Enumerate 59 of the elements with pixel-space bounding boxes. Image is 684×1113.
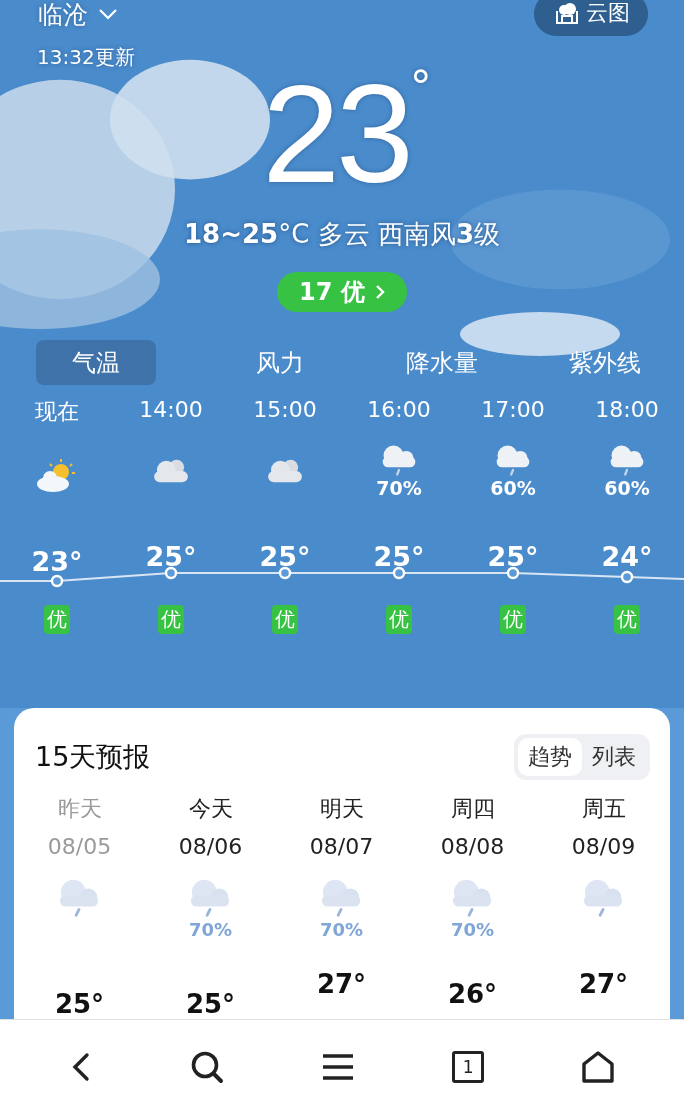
precipitation-chance: 60% bbox=[604, 477, 650, 499]
date-label: 08/05 bbox=[47, 834, 112, 859]
tab[interactable]: 风力 bbox=[200, 340, 359, 385]
precipitation-chance: 70% bbox=[188, 919, 233, 940]
hour-temperature: 23° bbox=[31, 546, 83, 577]
chevron-right-icon bbox=[374, 284, 385, 300]
degree-sign: ° bbox=[409, 60, 432, 114]
current-temperature: 23 bbox=[262, 59, 410, 209]
hour-label: 现在 bbox=[35, 398, 79, 426]
date-label: 08/06 bbox=[178, 834, 243, 859]
day-label: 明天 bbox=[319, 795, 364, 823]
date-label: 08/08 bbox=[440, 834, 505, 859]
high-temperature: 25° bbox=[185, 989, 236, 1019]
hour-temperature: 25° bbox=[259, 541, 311, 572]
precipitation-chance: 70% bbox=[450, 919, 495, 940]
day-label: 昨天 bbox=[57, 795, 102, 823]
air-quality-badge: 优 bbox=[500, 605, 526, 634]
air-quality-badge: 优 bbox=[44, 605, 70, 634]
tabs-button[interactable]: 1 bbox=[452, 1050, 485, 1083]
high-temperature: 27° bbox=[316, 969, 367, 999]
hour-label: 15:00 bbox=[253, 397, 317, 422]
high-temperature: 25° bbox=[54, 989, 105, 1019]
precipitation-chance: 70% bbox=[376, 477, 422, 499]
search-icon[interactable] bbox=[189, 1049, 224, 1084]
hour-temperature: 25° bbox=[487, 541, 539, 572]
view-option[interactable]: 趋势 bbox=[518, 738, 582, 776]
date-label: 08/07 bbox=[309, 834, 374, 859]
hour-temperature: 24° bbox=[601, 541, 653, 572]
forecast-title: 15天预报 bbox=[35, 740, 151, 774]
air-quality-badge: 优 bbox=[272, 605, 298, 634]
tab[interactable]: 降水量 bbox=[362, 340, 522, 385]
precipitation-chance: 70% bbox=[319, 919, 364, 940]
tab[interactable]: 气温 bbox=[36, 340, 157, 385]
hour-label: 14:00 bbox=[139, 397, 203, 422]
air-quality-badge: 优 bbox=[386, 605, 412, 634]
chevron-down-icon[interactable] bbox=[98, 8, 118, 20]
air-quality-badge: 优 bbox=[614, 605, 640, 634]
weather-summary: 18~25°C 多云 西南风3级 bbox=[183, 218, 501, 251]
update-time: 13:32更新 bbox=[37, 44, 136, 71]
home-icon[interactable] bbox=[581, 1049, 616, 1084]
hour-temperature: 25° bbox=[373, 541, 425, 572]
day-label: 周五 bbox=[581, 795, 626, 823]
cloud-map-button[interactable]: 云图 bbox=[534, 0, 648, 36]
menu-icon[interactable] bbox=[320, 1051, 355, 1082]
hour-temperature: 25° bbox=[145, 541, 197, 572]
day-label: 周四 bbox=[450, 795, 495, 823]
precipitation-chance: 60% bbox=[490, 477, 536, 499]
high-temperature: 26° bbox=[447, 979, 498, 1009]
date-label: 08/09 bbox=[571, 834, 636, 859]
air-quality-badge: 优 bbox=[158, 605, 184, 634]
hour-label: 17:00 bbox=[481, 397, 545, 422]
day-label: 今天 bbox=[188, 795, 233, 823]
view-option[interactable]: 列表 bbox=[582, 738, 646, 776]
hour-label: 18:00 bbox=[595, 397, 659, 422]
high-temperature: 27° bbox=[578, 969, 629, 999]
city-name[interactable]: 临沧 bbox=[38, 0, 88, 31]
hour-label: 16:00 bbox=[367, 397, 431, 422]
cloud-house-icon bbox=[554, 1, 580, 25]
tab[interactable]: 紫外线 bbox=[525, 340, 684, 385]
